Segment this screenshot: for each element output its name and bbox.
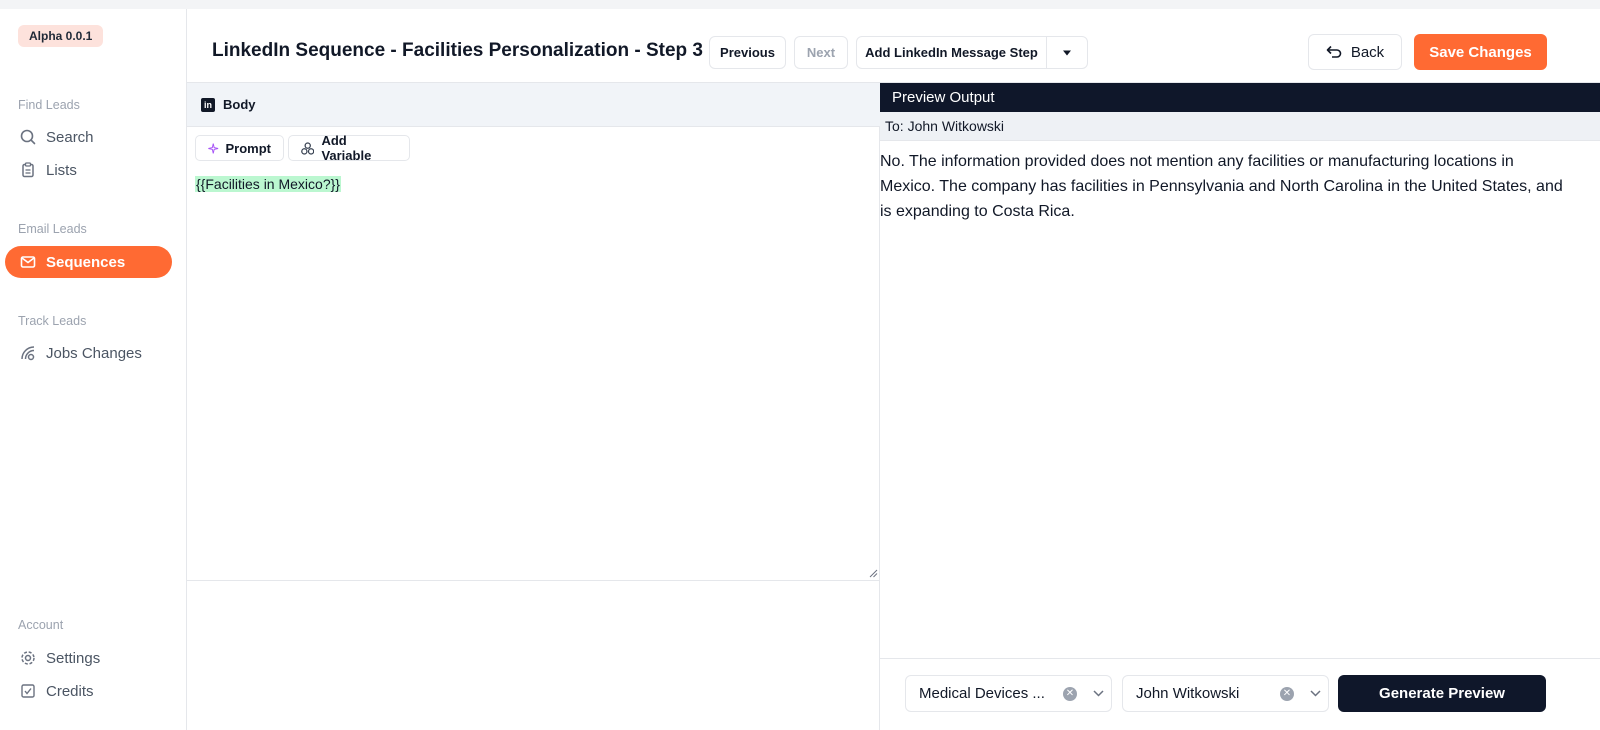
editor-section-label: Body <box>223 97 256 112</box>
app-window: Alpha 0.0.1 Find Leads Search Lists Emai… <box>0 9 1600 730</box>
search-icon <box>19 128 37 146</box>
message-body-textarea[interactable]: {{Facilities in Mexico?}} <box>195 176 341 192</box>
return-arrow-icon <box>1326 45 1342 58</box>
mail-icon <box>19 253 37 271</box>
preview-panel: Preview Output To: John Witkowski No. Th… <box>880 83 1600 730</box>
list-select[interactable]: Medical Devices ... ✕ <box>905 675 1112 712</box>
editor-divider <box>187 580 880 581</box>
sidebar-item-credits[interactable]: Credits <box>5 675 172 707</box>
sidebar-item-label: Sequences <box>46 253 126 271</box>
sidebar-item-label: Settings <box>46 649 101 667</box>
sidebar-item-settings[interactable]: Settings <box>5 642 172 674</box>
preview-recipient: To: John Witkowski <box>880 112 1600 141</box>
sidebar-item-lists[interactable]: Lists <box>5 154 172 186</box>
sidebar-item-jobs-changes[interactable]: Jobs Changes <box>5 337 172 369</box>
variable-token: {{Facilities in Mexico?}} <box>195 176 341 192</box>
checkbox-icon <box>19 682 37 700</box>
add-variable-button-label: Add Variable <box>321 133 372 163</box>
contact-select[interactable]: John Witkowski ✕ <box>1122 675 1329 712</box>
sidebar: Alpha 0.0.1 Find Leads Search Lists Emai… <box>0 9 187 730</box>
nav-section-email-leads: Email Leads <box>18 222 87 236</box>
message-editor: in Body Prompt Add Variable {{Facilities… <box>187 83 880 730</box>
sidebar-item-label: Jobs Changes <box>46 344 142 362</box>
list-select-value: Medical Devices ... <box>919 685 1045 702</box>
sidebar-item-sequences[interactable]: Sequences <box>5 246 172 278</box>
sparkle-icon <box>208 143 219 153</box>
clipboard-icon <box>19 161 37 179</box>
save-changes-button[interactable]: Save Changes <box>1414 34 1547 70</box>
nav-section-find-leads: Find Leads <box>18 98 80 112</box>
clear-icon[interactable]: ✕ <box>1063 686 1077 701</box>
add-step-dropdown-toggle[interactable] <box>1047 37 1087 68</box>
shapes-icon <box>301 141 315 155</box>
sidebar-item-search[interactable]: Search <box>5 121 172 153</box>
add-step-split-button: Add LinkedIn Message Step <box>856 36 1088 69</box>
chevron-down-icon[interactable] <box>1085 690 1111 697</box>
signal-icon <box>19 344 37 362</box>
previous-button[interactable]: Previous <box>709 36 786 69</box>
generate-preview-button[interactable]: Generate Preview <box>1338 675 1546 712</box>
linkedin-icon: in <box>201 97 215 112</box>
prompt-button[interactable]: Prompt <box>195 135 284 161</box>
clear-icon[interactable]: ✕ <box>1280 686 1294 701</box>
sidebar-item-label: Lists <box>46 161 77 179</box>
sidebar-item-label: Credits <box>46 682 94 700</box>
add-variable-button[interactable]: Add Variable <box>288 133 410 163</box>
contact-select-value: John Witkowski <box>1136 685 1240 702</box>
caret-down-icon <box>1063 50 1071 55</box>
prompt-button-label: Prompt <box>225 140 272 156</box>
next-button[interactable]: Next <box>794 36 848 69</box>
nav-section-track-leads: Track Leads <box>18 314 87 328</box>
back-button-label: Back <box>1350 43 1385 61</box>
editor-section-header: in Body <box>187 83 880 127</box>
preview-output-text: No. The information provided does not me… <box>880 153 1563 220</box>
nav-section-account: Account <box>18 618 64 632</box>
page-title: LinkedIn Sequence - Facilities Personali… <box>212 40 703 61</box>
chevron-down-icon[interactable] <box>1302 690 1328 697</box>
back-button[interactable]: Back <box>1308 34 1402 70</box>
sidebar-item-label: Search <box>46 128 94 146</box>
page-header: LinkedIn Sequence - Facilities Personali… <box>187 9 1600 83</box>
add-linkedin-message-step-button[interactable]: Add LinkedIn Message Step <box>857 37 1047 68</box>
version-badge: Alpha 0.0.1 <box>18 25 104 47</box>
preview-footer: Medical Devices ... ✕ John Witkowski ✕ G… <box>880 658 1600 730</box>
preview-title: Preview Output <box>880 83 1600 112</box>
gear-icon <box>19 649 37 667</box>
resize-handle-icon[interactable] <box>868 568 878 578</box>
